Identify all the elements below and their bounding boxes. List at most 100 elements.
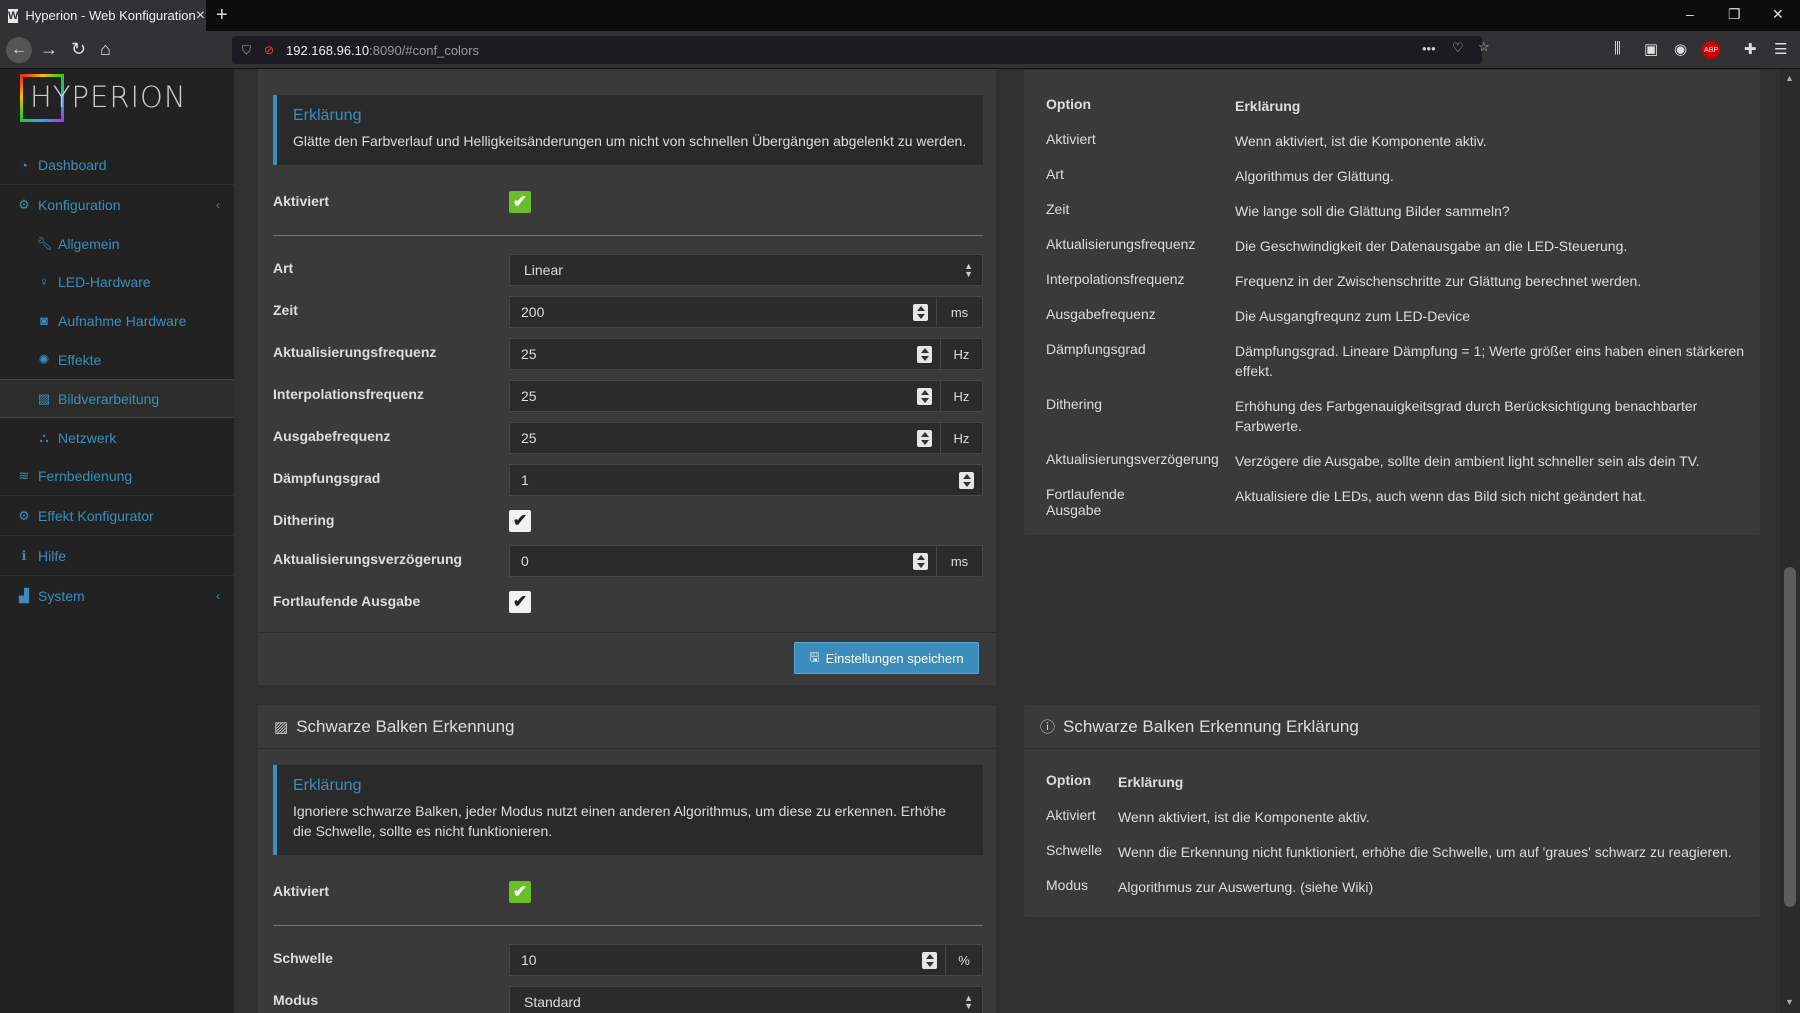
insecure-lock-icon[interactable]: ⊘ — [264, 43, 278, 57]
sidebar-item-label: Effekt Konfigurator — [38, 508, 154, 524]
sidebar-item-fernbedienung[interactable]: ≋ Fernbedienung — [0, 457, 234, 496]
field-label: Aktualisierungsverzögerung — [273, 551, 463, 567]
sidebar-item-konfiguration[interactable]: ⚙ Konfiguration ‹ — [0, 185, 234, 224]
smoothing-damping-input[interactable]: 1 — [509, 464, 983, 496]
field-label: Zeit — [273, 302, 298, 318]
row-text: Verzögere die Ausgabe, sollte dein ambie… — [1235, 453, 1700, 469]
sidebar-item-system[interactable]: ▟ System ‹ — [0, 576, 234, 615]
spinner-icon[interactable] — [917, 430, 932, 447]
smoothing-enabled-checkbox[interactable]: ✔ — [509, 191, 531, 213]
smoothing-output-input[interactable]: 25 — [509, 422, 941, 454]
spinner-icon[interactable] — [959, 472, 974, 489]
account-icon[interactable]: ◉ — [1674, 40, 1687, 58]
smoothing-interp-row: Interpolationsfrequenz 25 Hz — [273, 380, 983, 412]
row-option: Interpolationsfrequenz — [1046, 271, 1185, 287]
forward-icon[interactable]: → — [40, 39, 58, 60]
smoothing-output-row: Ausgabefrequenz 25 Hz — [273, 422, 983, 454]
sidebar-item-effekte[interactable]: ✺ Effekte — [0, 340, 234, 379]
browser-tab[interactable]: W Hyperion - Web Konfiguration × — [0, 0, 206, 31]
smoothing-delay-input[interactable]: 0 — [509, 545, 937, 577]
url-bar[interactable]: ⛉ ⊘ 192.168.96.10:8090/#conf_colors ••• … — [232, 36, 1490, 64]
sidebar-item-bildverarbeitung[interactable]: ▨ Bildverarbeitung — [0, 379, 234, 418]
field-label: Fortlaufende Ausgabe — [273, 593, 421, 609]
url-path: :8090/#conf_colors — [369, 42, 479, 58]
column-header-option: Option — [1046, 772, 1092, 788]
sidebar-item-dashboard[interactable]: ◔ Dashboard — [0, 146, 234, 185]
row-text: Aktualisiere die LEDs, auch wenn das Bil… — [1235, 488, 1646, 504]
blackbar-enabled-checkbox[interactable]: ✔ — [509, 881, 531, 903]
spinner-icon: ✺ — [38, 351, 50, 367]
smoothing-continuous-checkbox[interactable]: ✔ — [509, 591, 531, 613]
blackbar-mode-select[interactable]: Standard ▲ ▼ — [509, 986, 983, 1013]
smoothing-continuous-row: Fortlaufende Ausgabe ✔ — [273, 587, 983, 619]
smoothing-zeit-input[interactable]: 200 — [509, 296, 937, 328]
sidebar-item-label: Effekte — [58, 351, 102, 368]
back-icon[interactable]: ← — [6, 37, 32, 63]
spinner-icon[interactable] — [913, 553, 928, 570]
shield-icon[interactable]: ⛉ — [242, 43, 256, 57]
scroll-down-icon[interactable]: ▼ — [1785, 997, 1794, 1007]
row-option: Aktualisierungsfrequenz — [1046, 236, 1196, 252]
sidebar-item-label: Konfiguration — [38, 196, 121, 213]
wifi-icon: ≋ — [18, 468, 30, 483]
smoothing-art-select[interactable]: Linear ▲ ▼ — [509, 254, 983, 286]
menu-icon[interactable]: ☰ — [1774, 40, 1787, 58]
home-icon[interactable]: ⌂ — [100, 39, 111, 60]
sidebar-item-label: System — [38, 587, 85, 604]
sidebar-item-netzwerk[interactable]: ⛬ Netzwerk — [0, 418, 234, 457]
library-icon[interactable]: ⫼ — [1614, 40, 1621, 57]
box-title: Schwarze Balken Erkennung — [296, 716, 515, 736]
hyperion-logo[interactable]: HYPERION — [20, 74, 186, 124]
floppy-disk-icon: 🖫 — [809, 649, 820, 664]
smoothing-interp-input[interactable]: 25 — [509, 380, 941, 412]
adblock-icon[interactable]: ABP — [1702, 41, 1720, 59]
field-label: Modus — [273, 992, 319, 1008]
box-top-divider — [1024, 69, 1760, 70]
unit-addon: ms — [937, 545, 983, 577]
new-tab-icon[interactable]: + — [216, 4, 228, 27]
sidebar-item-label: Netzwerk — [58, 429, 117, 446]
sidebar-item-allgemein[interactable]: 🔧︎ Allgemein — [0, 224, 234, 263]
spinner-icon[interactable] — [913, 304, 928, 321]
smoothing-dithering-checkbox[interactable]: ✔ — [509, 510, 531, 532]
column-header-explain: Erklärung — [1118, 774, 1184, 790]
smoothing-update-freq-row: Aktualisierungsfrequenz 25 Hz — [273, 338, 983, 370]
pocket-icon[interactable]: ♡ — [1452, 40, 1464, 56]
callout-title: Erklärung — [293, 107, 362, 124]
sidebar-item-led-hardware[interactable]: ♀ LED-Hardware — [0, 262, 234, 301]
blackbar-box: ▨ Schwarze Balken Erkennung Erklärung Ig… — [258, 705, 996, 1013]
sidebar-item-hilfe[interactable]: ℹ Hilfe — [0, 537, 234, 576]
sidebar-item-effekt-konfigurator[interactable]: ⚙ Effekt Konfigurator — [0, 497, 234, 536]
save-settings-button[interactable]: 🖫 Einstellungen speichern — [794, 642, 979, 674]
row-option: Modus — [1046, 877, 1089, 893]
extensions-icon[interactable]: ✚ — [1744, 40, 1757, 58]
field-label: Interpolationsfrequenz — [273, 386, 424, 402]
chevron-left-icon: ‹ — [216, 197, 220, 212]
blackbar-help-header: ⓘ Schwarze Balken Erkennung Erklärung — [1024, 705, 1760, 749]
sidebar-item-label: Hilfe — [38, 548, 67, 564]
blackbar-mode-row: Modus Standard ▲ ▼ — [273, 986, 983, 1013]
smoothing-update-freq-input[interactable]: 25 — [509, 338, 941, 370]
more-actions-icon[interactable]: ••• — [1422, 41, 1436, 56]
sidebar-toggle-icon[interactable]: ▣ — [1644, 40, 1658, 58]
minimize-icon[interactable]: – — [1686, 6, 1694, 22]
field-label: Dithering — [273, 512, 335, 528]
close-tab-icon[interactable]: × — [196, 7, 205, 25]
info-circle-icon: ⓘ — [1040, 719, 1056, 736]
scroll-up-icon[interactable]: ▲ — [1785, 73, 1794, 83]
window-close-icon[interactable]: ✕ — [1772, 6, 1784, 23]
page-scrollbar[interactable]: ▲ ▼ — [1780, 69, 1800, 1013]
bookmark-star-icon[interactable]: ☆ — [1478, 39, 1490, 55]
scroll-thumb[interactable] — [1784, 567, 1796, 907]
main-content: Erklärung Glätte den Farbverlauf und Hel… — [234, 69, 1780, 1013]
dashboard-icon: ◔ — [20, 157, 28, 173]
spinner-icon[interactable] — [917, 346, 932, 363]
reload-icon[interactable]: ↻ — [71, 39, 86, 60]
restore-icon[interactable]: ❐ — [1728, 6, 1741, 23]
blackbar-callout: Erklärung Ignoriere schwarze Balken, jed… — [273, 765, 983, 855]
spinner-icon[interactable] — [922, 952, 937, 969]
column-header-option: Option — [1046, 96, 1092, 112]
spinner-icon[interactable] — [917, 388, 932, 405]
sidebar-item-aufnahme-hardware[interactable]: ◙ Aufnahme Hardware — [0, 301, 234, 340]
blackbar-threshold-input[interactable]: 10 — [509, 944, 946, 976]
